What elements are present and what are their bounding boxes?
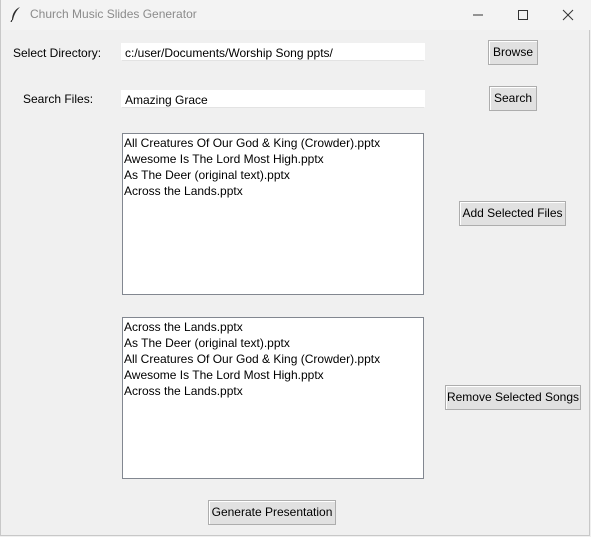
remove-selected-songs-button[interactable]: Remove Selected Songs (445, 385, 581, 410)
feather-icon (9, 6, 23, 23)
app-window: Church Music Slides Generator Select Dir… (0, 0, 591, 536)
window-title: Church Music Slides Generator (30, 7, 197, 21)
list-item[interactable]: All Creatures Of Our God & King (Crowder… (124, 351, 423, 367)
add-selected-files-button[interactable]: Add Selected Files (459, 201, 566, 226)
browse-button[interactable]: Browse (488, 40, 538, 65)
list-item[interactable]: Across the Lands.pptx (124, 183, 423, 199)
list-item[interactable]: All Creatures Of Our God & King (Crowder… (124, 135, 423, 151)
close-icon (562, 9, 574, 21)
minimize-icon (473, 14, 483, 16)
maximize-icon (518, 10, 528, 20)
list-item[interactable]: Across the Lands.pptx (124, 383, 423, 399)
search-files-label: Search Files: (23, 92, 94, 106)
list-item[interactable]: As The Deer (original text).pptx (124, 167, 423, 183)
maximize-button[interactable] (500, 0, 546, 30)
minimize-button[interactable] (455, 0, 501, 30)
close-button[interactable] (545, 0, 591, 30)
list-item[interactable]: Awesome Is The Lord Most High.pptx (124, 151, 423, 167)
generate-presentation-button[interactable]: Generate Presentation (208, 500, 336, 525)
directory-input[interactable]: c:/user/Documents/Worship Song ppts/ (121, 43, 425, 61)
search-button[interactable]: Search (489, 86, 537, 111)
list-item[interactable]: Awesome Is The Lord Most High.pptx (124, 367, 423, 383)
search-input[interactable]: Amazing Grace (121, 90, 425, 108)
list-item[interactable]: As The Deer (original text).pptx (124, 335, 423, 351)
files-listbox[interactable]: All Creatures Of Our God & King (Crowder… (122, 133, 424, 295)
title-bar[interactable]: Church Music Slides Generator (1, 0, 591, 30)
list-item[interactable]: Across the Lands.pptx (124, 319, 423, 335)
select-directory-label: Select Directory: (13, 46, 102, 60)
selected-songs-listbox[interactable]: Across the Lands.pptx As The Deer (origi… (122, 317, 424, 479)
